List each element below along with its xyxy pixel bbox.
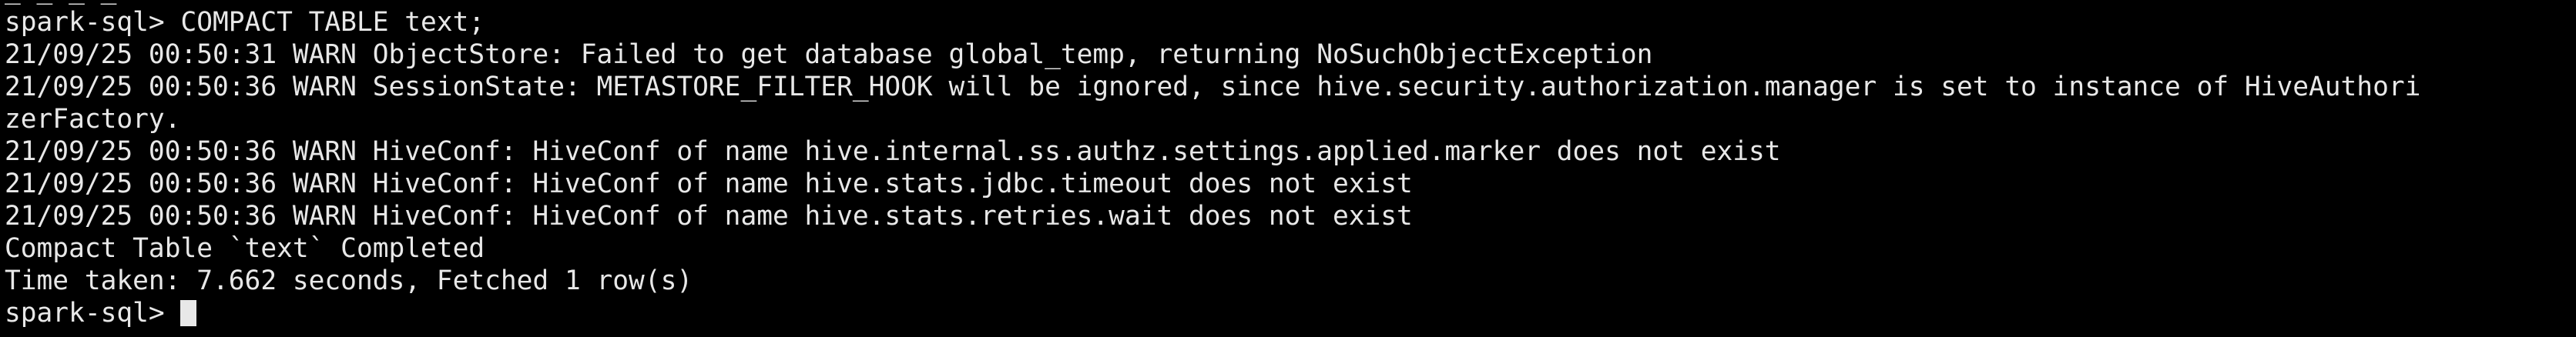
text-cursor[interactable] bbox=[180, 300, 197, 326]
warn-hiveconf-retries-line: 21/09/25 00:50:36 WARN HiveConf: HiveCon… bbox=[5, 201, 1413, 232]
prompt-line[interactable]: spark-sql> bbox=[5, 297, 2576, 329]
clipped-previous-line: _ _ _ _ bbox=[5, 0, 116, 6]
compact-completed-line: Compact Table `text` Completed bbox=[5, 233, 485, 264]
warn-sessionstate-wrap-line: zerFactory. bbox=[5, 104, 181, 135]
command-line: spark-sql> COMPACT TABLE text; bbox=[5, 7, 485, 38]
prompt-text: spark-sql> bbox=[5, 298, 181, 329]
warn-objectstore-line: 21/09/25 00:50:31 WARN ObjectStore: Fail… bbox=[5, 39, 1653, 70]
terminal-window[interactable]: _ _ _ _ spark-sql> COMPACT TABLE text; 2… bbox=[0, 0, 2576, 337]
warn-hiveconf-jdbc-line: 21/09/25 00:50:36 WARN HiveConf: HiveCon… bbox=[5, 168, 1413, 199]
terminal-output: spark-sql> COMPACT TABLE text; 21/09/25 … bbox=[5, 6, 2576, 329]
time-taken-line: Time taken: 7.662 seconds, Fetched 1 row… bbox=[5, 265, 693, 296]
warn-sessionstate-line: 21/09/25 00:50:36 WARN SessionState: MET… bbox=[5, 72, 2421, 102]
warn-hiveconf-authz-line: 21/09/25 00:50:36 WARN HiveConf: HiveCon… bbox=[5, 136, 1781, 167]
